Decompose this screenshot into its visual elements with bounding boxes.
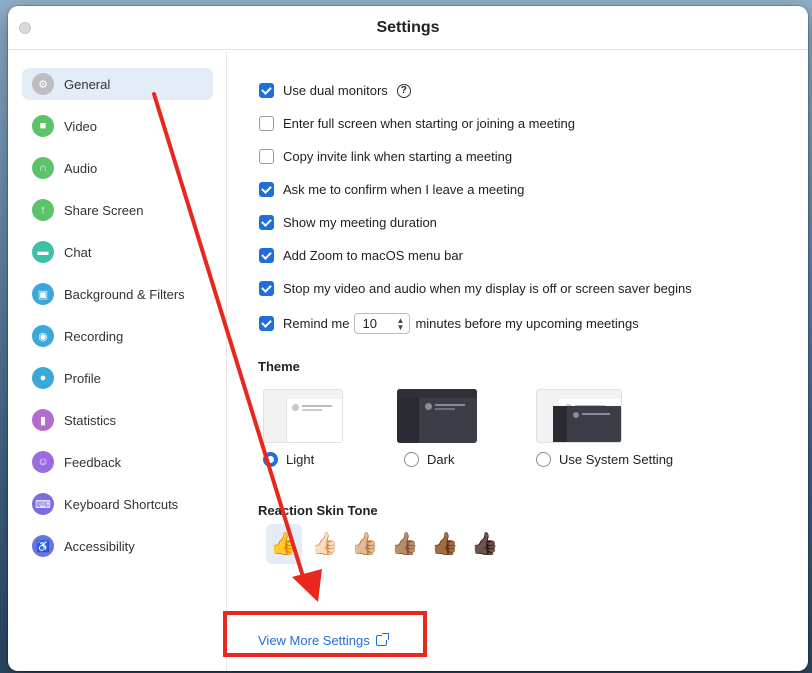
skin-tone-dark[interactable]: 👍🏿 — [467, 524, 503, 564]
option-label: Copy invite link when starting a meeting — [283, 149, 513, 164]
sidebar-item-label: Keyboard Shortcuts — [64, 496, 179, 512]
chevron-up-down-icon[interactable]: ▲ ▼ — [397, 316, 405, 331]
chat-icon: ▬ — [32, 241, 54, 263]
sidebar-item-background-filters[interactable]: ▣ Background & Filters — [22, 278, 213, 310]
radio-button[interactable] — [536, 452, 551, 467]
background-icon: ▣ — [32, 283, 54, 305]
recording-icon: ◉ — [32, 325, 54, 347]
accessibility-icon: ♿ — [32, 535, 54, 557]
skin-tone-light[interactable]: 👍🏻 — [307, 524, 343, 564]
sidebar-item-share-screen[interactable]: ↑ Share Screen — [22, 194, 213, 226]
sidebar-item-label: Profile — [64, 370, 101, 386]
remind-minutes-stepper[interactable]: 10 ▲ ▼ — [354, 313, 411, 334]
checkbox[interactable] — [259, 316, 274, 331]
sidebar-item-audio[interactable]: ∩ Audio — [22, 152, 213, 184]
keyboard-icon: ⌨ — [32, 493, 54, 515]
checkbox[interactable] — [259, 248, 274, 263]
option-confirm-leave[interactable]: Ask me to confirm when I leave a meeting — [259, 182, 524, 197]
feedback-icon: ☺ — [32, 451, 54, 473]
option-label: Ask me to confirm when I leave a meeting — [283, 182, 525, 197]
sidebar-item-label: Share Screen — [64, 202, 144, 218]
sidebar-item-label: Statistics — [64, 412, 117, 428]
checkbox[interactable] — [259, 149, 274, 164]
close-window-button[interactable] — [19, 22, 31, 34]
theme-option-system[interactable]: Use System Setting — [536, 452, 673, 467]
sidebar-item-label: Accessibility — [64, 538, 135, 554]
theme-dark-thumbnail[interactable] — [397, 389, 477, 443]
sidebar-item-keyboard-shortcuts[interactable]: ⌨ Keyboard Shortcuts — [22, 488, 213, 520]
sidebar-item-label: General — [64, 76, 111, 92]
checkbox[interactable] — [259, 281, 274, 296]
profile-icon: ● — [32, 367, 54, 389]
sidebar-item-label: Video — [64, 118, 98, 134]
theme-option-light[interactable]: Light — [263, 452, 314, 467]
sidebar-item-general[interactable]: ⚙ General — [22, 68, 213, 100]
checkbox[interactable] — [259, 182, 274, 197]
settings-window: Settings ⚙ General ■ Video ∩ Audio ↑ Sha… — [8, 6, 808, 671]
option-label: Enter full screen when starting or joini… — [283, 116, 575, 131]
remind-label-after: minutes before my upcoming meetings — [415, 316, 639, 331]
title-bar: Settings — [8, 6, 808, 50]
view-more-settings-label: View More Settings — [258, 633, 370, 648]
sidebar-item-statistics[interactable]: ▮ Statistics — [22, 404, 213, 436]
sidebar-item-video[interactable]: ■ Video — [22, 110, 213, 142]
sidebar-item-label: Recording — [64, 328, 124, 344]
sidebar-item-recording[interactable]: ◉ Recording — [22, 320, 213, 352]
radio-button[interactable] — [263, 452, 278, 467]
radio-button[interactable] — [404, 452, 419, 467]
skin-tone-default[interactable]: 👍 — [266, 524, 302, 564]
option-remind-me[interactable]: Remind me 10 ▲ ▼ minutes before my upcomi… — [259, 313, 639, 334]
sidebar-item-accessibility[interactable]: ♿ Accessibility — [22, 530, 213, 562]
checkbox[interactable] — [259, 116, 274, 131]
option-stop-video-audio[interactable]: Stop my video and audio when my display … — [259, 281, 692, 296]
gear-icon: ⚙ — [32, 73, 54, 95]
sidebar-item-label: Audio — [64, 160, 98, 176]
theme-option-label: Light — [286, 452, 315, 467]
skin-tone-medium[interactable]: 👍🏽 — [387, 524, 423, 564]
window-title: Settings — [376, 18, 440, 36]
option-label: Stop my video and audio when my display … — [283, 281, 692, 296]
theme-light-thumbnail[interactable] — [263, 389, 343, 443]
remind-minutes-value: 10 — [362, 316, 377, 331]
option-copy-invite-link[interactable]: Copy invite link when starting a meeting — [259, 149, 512, 164]
option-menu-bar[interactable]: Add Zoom to macOS menu bar — [259, 248, 463, 263]
skin-tone-medium-light[interactable]: 👍🏼 — [347, 524, 383, 564]
option-dual-monitors[interactable]: Use dual monitors ? — [259, 83, 411, 98]
help-icon[interactable]: ? — [396, 83, 411, 98]
sidebar-item-label: Background & Filters — [64, 286, 185, 302]
sidebar-item-label: Feedback — [64, 454, 122, 470]
headphones-icon: ∩ — [32, 157, 54, 179]
option-meeting-duration[interactable]: Show my meeting duration — [259, 215, 437, 230]
theme-heading: Theme — [258, 359, 300, 374]
external-link-icon — [375, 633, 389, 646]
sidebar-item-chat[interactable]: ▬ Chat — [22, 236, 213, 268]
theme-option-label: Dark — [427, 452, 455, 467]
option-label: Add Zoom to macOS menu bar — [283, 248, 463, 263]
video-icon: ■ — [32, 115, 54, 137]
general-settings-panel: Use dual monitors ? Enter full screen wh… — [228, 51, 808, 671]
sidebar-item-feedback[interactable]: ☺ Feedback — [22, 446, 213, 478]
statistics-icon: ▮ — [32, 409, 54, 431]
remind-label-before: Remind me — [283, 316, 350, 331]
share-screen-icon: ↑ — [32, 199, 54, 221]
sidebar-item-profile[interactable]: ● Profile — [22, 362, 213, 394]
settings-sidebar: ⚙ General ■ Video ∩ Audio ↑ Share Screen… — [8, 51, 227, 671]
skin-tone-medium-dark[interactable]: 👍🏾 — [427, 524, 463, 564]
view-more-settings-link[interactable]: View More Settings — [258, 633, 389, 648]
theme-option-label: Use System Setting — [559, 452, 674, 467]
reaction-skin-tone-heading: Reaction Skin Tone — [258, 503, 378, 518]
checkbox[interactable] — [259, 215, 274, 230]
theme-system-thumbnail[interactable] — [536, 389, 622, 443]
option-label: Use dual monitors — [283, 83, 388, 98]
option-full-screen[interactable]: Enter full screen when starting or joini… — [259, 116, 575, 131]
sidebar-item-label: Chat — [64, 244, 92, 260]
theme-option-dark[interactable]: Dark — [404, 452, 454, 467]
option-label: Show my meeting duration — [283, 215, 437, 230]
checkbox[interactable] — [259, 83, 274, 98]
